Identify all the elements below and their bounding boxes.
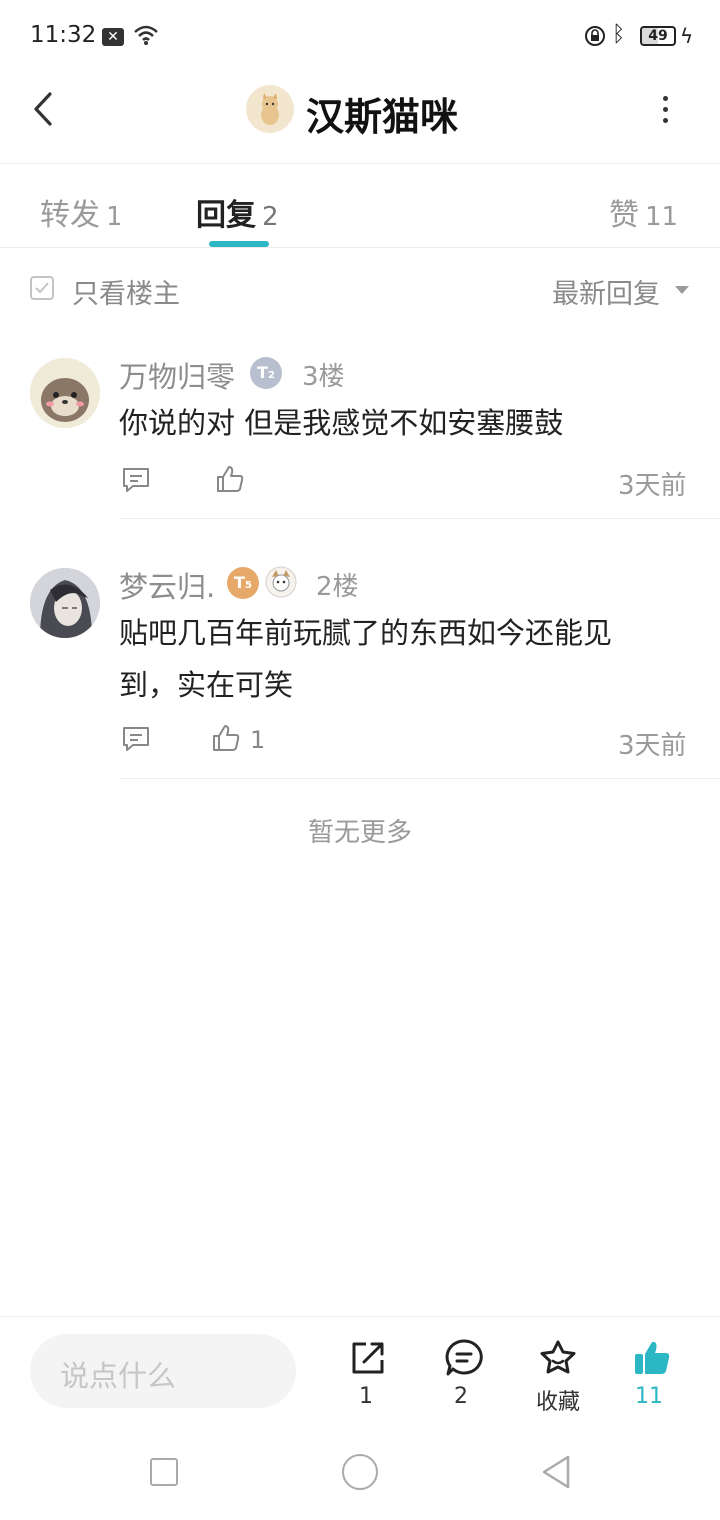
comment-input[interactable]: 说点什么 bbox=[30, 1334, 296, 1408]
more-options-icon[interactable] bbox=[660, 96, 672, 129]
rotation-lock-icon bbox=[585, 26, 605, 46]
star-icon[interactable] bbox=[538, 1338, 578, 1378]
share-count[interactable]: 1 bbox=[336, 1384, 396, 1409]
only-op-checkbox[interactable] bbox=[30, 276, 54, 300]
tab-replies-label: 回复 bbox=[196, 198, 256, 233]
comment-input-placeholder: 说点什么 bbox=[60, 1359, 177, 1393]
level-badge-icon: T2 bbox=[250, 357, 282, 389]
tab-likes-count: 11 bbox=[645, 202, 679, 232]
avatar[interactable] bbox=[30, 358, 100, 428]
reply-icon[interactable] bbox=[121, 466, 151, 494]
badge-level: 2 bbox=[267, 370, 275, 381]
sort-dropdown[interactable]: 最新回复 bbox=[552, 272, 660, 311]
comment-text-line: 到，实在可笑 bbox=[119, 668, 294, 702]
comment-username[interactable]: 梦云归. bbox=[119, 564, 215, 606]
like-total[interactable]: 11 bbox=[619, 1384, 679, 1409]
badge-letter: T bbox=[234, 573, 245, 592]
tab-repost[interactable]: 转发 1 bbox=[40, 190, 123, 234]
comment-divider bbox=[119, 778, 720, 779]
header-avatar[interactable] bbox=[246, 85, 294, 133]
like-count: 1 bbox=[250, 726, 266, 754]
back-arrow-icon[interactable] bbox=[32, 92, 54, 126]
share-icon[interactable] bbox=[348, 1338, 388, 1378]
tab-likes-label: 赞 bbox=[609, 198, 639, 233]
comment-time: 3天前 bbox=[618, 471, 687, 501]
favorite-label[interactable]: 收藏 bbox=[528, 1384, 588, 1416]
battery-icon: 49 bbox=[640, 26, 676, 46]
only-op-label[interactable]: 只看楼主 bbox=[72, 272, 180, 311]
thumbs-up-icon[interactable] bbox=[215, 464, 245, 494]
floor-number: 3楼 bbox=[302, 362, 345, 392]
bluetooth-icon: ᛒ bbox=[612, 22, 626, 47]
comment-icon[interactable] bbox=[444, 1338, 484, 1378]
tab-repost-label: 转发 bbox=[40, 198, 100, 233]
avatar[interactable] bbox=[30, 568, 100, 638]
no-more-text: 暂无更多 bbox=[307, 818, 412, 848]
tabs-divider bbox=[0, 247, 720, 248]
tab-replies[interactable]: 回复 2 bbox=[196, 190, 279, 234]
comment-text-line: 贴吧几百年前玩腻了的东西如今还能见 bbox=[119, 616, 613, 650]
comment-count[interactable]: 2 bbox=[431, 1384, 491, 1409]
thumbs-up-filled-icon[interactable] bbox=[632, 1338, 672, 1378]
floor-number: 2楼 bbox=[316, 572, 359, 602]
page-title: 汉斯猫咪 bbox=[306, 95, 459, 139]
fan-badge-icon bbox=[265, 566, 297, 598]
thumbs-up-icon[interactable] bbox=[211, 723, 241, 753]
level-badge-icon: T5 bbox=[227, 567, 259, 599]
home-button[interactable] bbox=[342, 1454, 378, 1490]
charging-icon: ϟ bbox=[680, 24, 694, 48]
reply-icon[interactable] bbox=[121, 725, 151, 753]
badge-letter: T bbox=[257, 363, 268, 382]
tab-replies-count: 2 bbox=[262, 202, 279, 232]
comment-time: 3天前 bbox=[618, 731, 687, 761]
tab-likes[interactable]: 赞 11 bbox=[609, 190, 678, 234]
comment-username[interactable]: 万物归零 bbox=[119, 354, 235, 396]
comment-text: 你说的对 但是我感觉不如安塞腰鼓 bbox=[119, 406, 564, 440]
notification-x-icon: ✕ bbox=[102, 28, 124, 46]
caret-down-icon[interactable] bbox=[675, 286, 689, 294]
tab-repost-count: 1 bbox=[106, 202, 123, 232]
status-time: 11:32 bbox=[30, 22, 97, 48]
badge-level: 5 bbox=[244, 580, 252, 591]
wifi-icon bbox=[134, 25, 158, 45]
battery-level: 49 bbox=[648, 28, 668, 44]
system-back-icon[interactable] bbox=[540, 1454, 572, 1490]
bottom-divider bbox=[0, 1316, 720, 1317]
comment-divider bbox=[119, 518, 720, 519]
recent-apps-button[interactable] bbox=[150, 1458, 178, 1486]
header-divider bbox=[0, 163, 720, 164]
comment-text: 贴吧几百年前玩腻了的东西如今还能见 到，实在可笑 bbox=[119, 607, 679, 711]
